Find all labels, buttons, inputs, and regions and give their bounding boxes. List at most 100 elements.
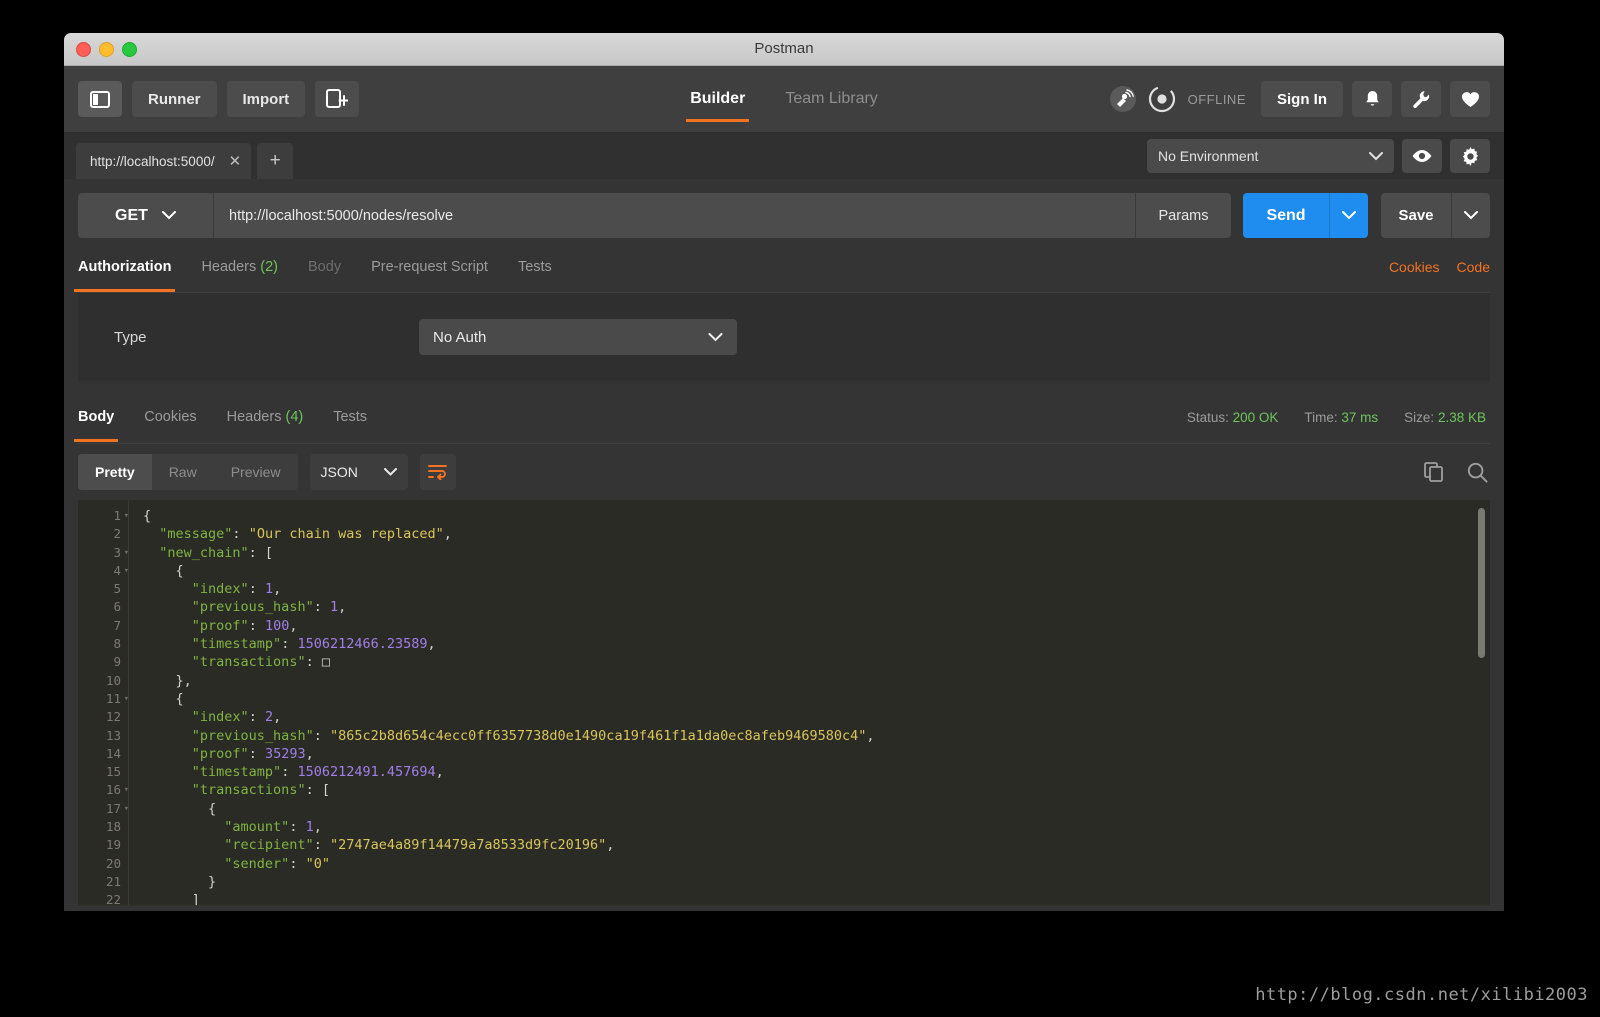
tab-builder[interactable]: Builder — [686, 66, 750, 132]
code-token: "transactions" — [191, 654, 306, 671]
settings-wrench-button[interactable] — [1401, 81, 1441, 117]
code-token: "proof" — [191, 617, 249, 634]
close-window-button[interactable] — [76, 42, 91, 57]
word-wrap-icon — [428, 464, 447, 480]
code-token: { — [143, 562, 184, 579]
chevron-down-icon — [708, 332, 723, 342]
line-number: 20 — [105, 855, 121, 871]
runner-button[interactable]: Runner — [132, 81, 217, 117]
code-token: "previous_hash" — [191, 599, 314, 616]
send-button[interactable]: Send — [1243, 193, 1329, 238]
notifications-button[interactable] — [1352, 81, 1392, 117]
word-wrap-button[interactable] — [419, 454, 456, 490]
toolbar-right-group: OFFLINE Sign In — [1108, 66, 1490, 132]
status-label: Status: — [1186, 409, 1229, 425]
environment-quick-look-button[interactable] — [1402, 139, 1442, 173]
tab-pre-request-script[interactable]: Pre-request Script — [371, 242, 488, 292]
params-button[interactable]: Params — [1135, 193, 1231, 238]
response-tab-tests[interactable]: Tests — [333, 392, 367, 442]
code-token: , — [866, 727, 875, 744]
chevron-down-icon — [1342, 211, 1356, 220]
new-request-button[interactable] — [315, 81, 360, 117]
code-token: : — [289, 819, 306, 836]
view-mode-pretty[interactable]: Pretty — [78, 454, 152, 490]
code-line: "transactions": □ — [143, 653, 1490, 671]
copy-button[interactable] — [1424, 461, 1445, 483]
code-token: { — [143, 508, 152, 524]
response-tab-body[interactable]: Body — [73, 392, 119, 442]
line-number: 13 — [105, 727, 121, 743]
response-scrollbar[interactable] — [1478, 508, 1485, 658]
code-link[interactable]: Code — [1457, 259, 1490, 275]
method-label: GET — [115, 206, 148, 224]
tab-headers[interactable]: Headers (2) — [201, 242, 278, 292]
sidebar-icon — [90, 90, 110, 108]
json-code[interactable]: { "message": "Our chain was replaced", "… — [129, 500, 1490, 905]
response-tab-cookies[interactable]: Cookies — [144, 392, 196, 442]
maximize-window-button[interactable] — [122, 42, 137, 57]
fold-toggle-icon[interactable]: ▾ — [124, 690, 129, 708]
tab-pre-request-script-label: Pre-request Script — [371, 259, 488, 275]
method-select[interactable]: GET — [78, 193, 213, 238]
environment-select[interactable]: No Environment — [1147, 139, 1394, 173]
cookies-link[interactable]: Cookies — [1389, 259, 1440, 275]
favorites-button[interactable] — [1450, 81, 1490, 117]
response-tabs: Body Cookies Headers (4) Tests Status: 2… — [73, 391, 1490, 444]
environment-label: No Environment — [1158, 148, 1259, 164]
format-select[interactable]: JSON — [309, 454, 408, 490]
send-options-button[interactable] — [1329, 193, 1368, 238]
view-mode-raw[interactable]: Raw — [152, 454, 214, 490]
code-token: { — [143, 690, 184, 707]
request-tab[interactable]: http://localhost:5000/ ✕ — [76, 143, 252, 179]
minimize-window-button[interactable] — [99, 42, 114, 57]
response-tab-headers[interactable]: Headers (4) — [227, 392, 304, 442]
fold-toggle-icon[interactable]: ▾ — [124, 781, 129, 799]
code-line: { — [143, 562, 1490, 580]
manage-environments-button[interactable] — [1450, 139, 1490, 173]
code-token: "timestamp" — [191, 636, 282, 653]
code-token: : — [281, 764, 298, 781]
code-line: "previous_hash": 1, — [143, 598, 1490, 616]
view-mode-preview[interactable]: Preview — [214, 454, 298, 490]
line-number: 9 — [113, 654, 121, 670]
code-token: : — [281, 636, 298, 653]
bell-icon — [1364, 90, 1381, 108]
chevron-down-icon — [1464, 211, 1478, 220]
response-toolbar: Pretty Raw Preview JSON — [78, 444, 1490, 500]
code-token: , — [443, 526, 452, 543]
save-options-button[interactable] — [1451, 193, 1490, 238]
line-number: 2 — [113, 526, 121, 542]
watermark: http://blog.csdn.net/xilibi2003 — [1255, 985, 1588, 1005]
tab-body[interactable]: Body — [308, 242, 341, 292]
save-button[interactable]: Save — [1381, 193, 1451, 238]
code-token: 35293 — [264, 745, 306, 762]
fold-toggle-icon[interactable]: ▾ — [124, 800, 129, 818]
fold-toggle-icon[interactable]: ▾ — [124, 507, 129, 525]
sign-in-button[interactable]: Sign In — [1261, 81, 1343, 117]
tab-tests[interactable]: Tests — [518, 242, 552, 292]
sidebar-toggle-button[interactable] — [78, 81, 122, 117]
view-mode-group: Pretty Raw Preview — [78, 454, 298, 490]
tab-authorization[interactable]: Authorization — [73, 242, 176, 292]
line-number: 5 — [113, 581, 121, 597]
chevron-down-icon — [161, 211, 176, 220]
code-token: "amount" — [224, 819, 290, 836]
close-tab-icon[interactable]: ✕ — [229, 154, 242, 169]
search-button[interactable] — [1467, 462, 1488, 483]
fold-toggle-icon[interactable]: ▾ — [124, 544, 129, 562]
fold-toggle-icon[interactable]: ▾ — [124, 562, 129, 580]
auth-type-select[interactable]: No Auth — [419, 319, 737, 355]
url-input[interactable]: http://localhost:5000/nodes/resolve — [213, 193, 1135, 238]
code-token: : — [313, 837, 330, 854]
postman-window: Postman Runner Import Builder Team Libra… — [64, 33, 1504, 911]
satellite-icon[interactable] — [1108, 84, 1138, 114]
code-token: , — [305, 745, 314, 762]
add-tab-button[interactable]: + — [257, 143, 294, 179]
import-button[interactable]: Import — [226, 81, 306, 117]
sync-status-icon[interactable] — [1147, 84, 1177, 114]
response-body-viewer[interactable]: 1 ▾ 2 3 ▾ 4 ▾ 5 6 7 8 9 10 11 ▾ 12 13 14 15 16 ▾ 17 ▾ 18 19 20 21 2… — [78, 500, 1490, 905]
tab-team-library[interactable]: Team Library — [785, 66, 877, 132]
